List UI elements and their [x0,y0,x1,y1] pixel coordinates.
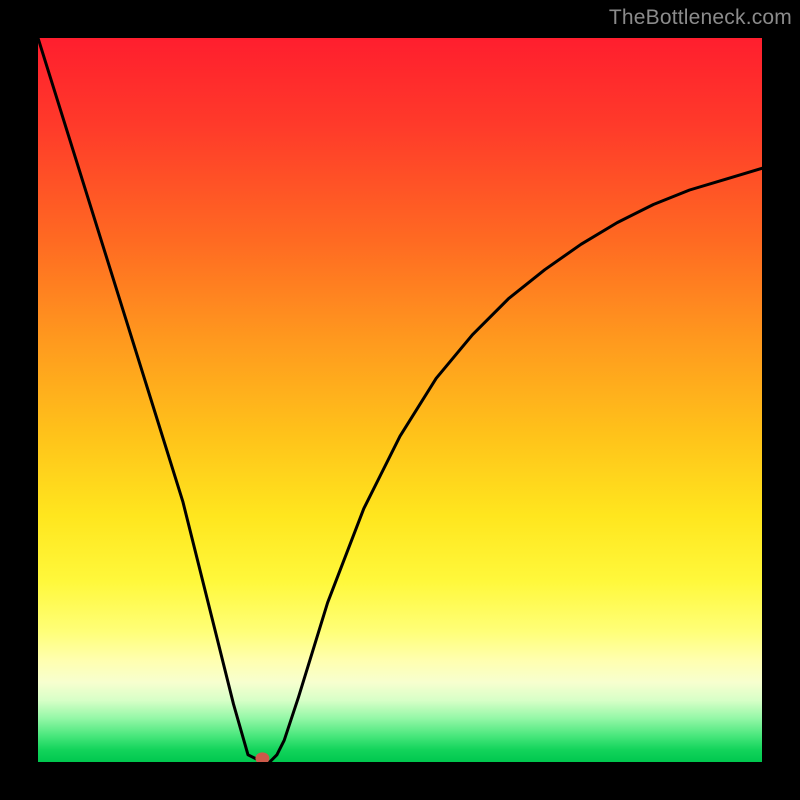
chart-frame: TheBottleneck.com [0,0,800,800]
plot-gradient-background [38,38,762,762]
watermark-text: TheBottleneck.com [609,6,792,30]
